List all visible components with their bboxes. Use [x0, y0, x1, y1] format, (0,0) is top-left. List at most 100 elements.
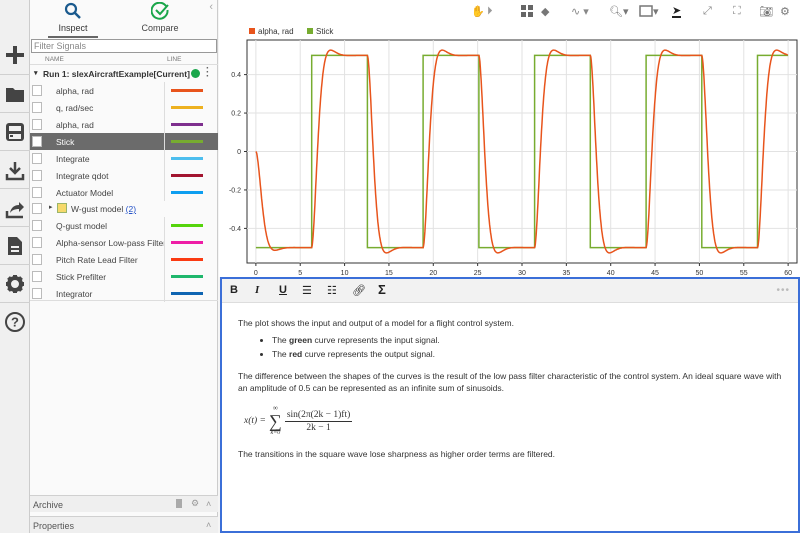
line-style-swatch[interactable] — [171, 89, 203, 92]
checkbox[interactable] — [32, 288, 42, 299]
collapse-panel-icon[interactable]: ‹ — [209, 1, 213, 13]
line-style-swatch[interactable] — [171, 292, 203, 295]
numbered-list-icon[interactable]: ☷ — [327, 284, 337, 297]
archive-label: Archive — [33, 500, 64, 510]
editor-toolbar: B I U ☰ ☷ 🔗︎ Σ ••• — [222, 279, 798, 303]
group-count-link[interactable]: (2) — [126, 204, 136, 214]
new-icon[interactable] — [4, 44, 26, 66]
legend-swatch — [307, 28, 313, 34]
checkbox[interactable] — [32, 220, 42, 231]
column-line[interactable]: LINE — [167, 56, 181, 63]
signal-row[interactable]: alpha, rad — [30, 82, 218, 99]
y-tick-label: 0 — [237, 149, 241, 156]
line-style-swatch[interactable] — [171, 123, 203, 126]
line-chart[interactable]: 0 5 10 15 20 25 30 35 40 45 50 55 60 -0.4 -0.2 0 0.2 0.4 a… — [219, 0, 800, 277]
signal-row[interactable]: Q-gust model — [30, 217, 218, 234]
archive-section[interactable]: Archive ⚙ ˄ — [30, 495, 218, 512]
list-item: The green curve represents the input sig… — [272, 334, 782, 346]
signal-row[interactable]: Integrator — [30, 285, 218, 302]
settings-icon[interactable] — [4, 273, 26, 295]
tab-inspect-label: Inspect — [58, 23, 88, 33]
checkbox[interactable] — [32, 85, 42, 96]
signal-row[interactable]: Actuator Model — [30, 184, 218, 201]
checkbox[interactable] — [32, 119, 42, 130]
list-item: The red curve represents the output sign… — [272, 348, 782, 360]
group-name: W-gust model — [71, 204, 124, 214]
x-tick-label: 45 — [651, 270, 659, 277]
checkbox[interactable] — [32, 102, 42, 113]
italic-button[interactable]: I — [255, 284, 259, 296]
signal-row[interactable]: Integrate — [30, 150, 218, 167]
signal-row[interactable]: alpha, rad — [30, 116, 218, 133]
checkbox[interactable] — [32, 271, 42, 282]
tab-inspect[interactable]: Inspect — [38, 2, 108, 38]
equation: x(t) = ∞ ∑ k=0 sin(2π(2k − 1)ft) 2k − 1 — [244, 404, 353, 436]
gear-icon[interactable]: ⚙ — [191, 498, 199, 509]
filter-signals-input[interactable]: Filter Signals — [31, 39, 217, 53]
checkbox[interactable] — [32, 237, 42, 248]
signal-row[interactable]: q, rad/sec — [30, 99, 218, 116]
checkbox[interactable] — [32, 254, 42, 265]
tab-compare-label: Compare — [141, 23, 179, 33]
export-icon[interactable] — [4, 198, 26, 220]
legend-label: alpha, rad — [258, 27, 294, 36]
line-style-swatch[interactable] — [171, 258, 203, 261]
save-icon[interactable] — [4, 121, 26, 143]
expand-run-icon[interactable]: ▾ — [34, 69, 38, 77]
text-editor[interactable]: B I U ☰ ☷ 🔗︎ Σ ••• The plot shows the in… — [220, 277, 800, 533]
search-icon — [64, 2, 81, 19]
group-row[interactable]: ▸ W-gust model (2) — [30, 200, 218, 217]
line-style-swatch[interactable] — [171, 157, 203, 160]
expand-group-icon[interactable]: ▸ — [49, 203, 53, 211]
signal-row[interactable]: Integrate qdot — [30, 167, 218, 184]
signal-row[interactable]: Pitch Rate Lead Filter — [30, 251, 218, 268]
line-style-swatch[interactable] — [171, 275, 203, 278]
checkbox[interactable] — [32, 153, 42, 164]
tab-compare[interactable]: Compare — [125, 2, 195, 33]
run-row[interactable]: ▾ Run 1: slexAircraftExample[Current] · ·… — [30, 64, 218, 82]
checkbox[interactable] — [32, 170, 42, 181]
signal-name: alpha, rad — [56, 86, 94, 96]
checkbox[interactable] — [32, 136, 42, 147]
checkbox[interactable] — [32, 203, 42, 214]
signal-row[interactable]: Stick Prefilter — [30, 268, 218, 285]
y-tick-label: -0.4 — [229, 226, 241, 233]
line-style-swatch[interactable] — [171, 174, 203, 177]
checkbox[interactable] — [32, 187, 42, 198]
more-icon[interactable]: ••• — [776, 285, 790, 296]
column-header: NAME LINE — [30, 54, 218, 65]
line-style-swatch[interactable] — [171, 191, 203, 194]
help-icon[interactable]: ? — [4, 311, 26, 333]
y-tick-label: 0.4 — [231, 72, 241, 79]
signal-row[interactable]: Alpha-sensor Low-pass Filter — [30, 234, 218, 251]
column-name[interactable]: NAME — [45, 56, 64, 63]
x-tick-label: 60 — [784, 270, 792, 277]
trash-icon[interactable] — [176, 499, 182, 508]
x-tick-label: 10 — [341, 270, 349, 277]
line-style-swatch[interactable] — [171, 224, 203, 227]
link-icon[interactable]: 🔗︎ — [352, 284, 366, 297]
report-icon[interactable] — [4, 235, 26, 257]
line-style-swatch[interactable] — [171, 106, 203, 109]
run-menu-icon[interactable]: · · · — [206, 64, 209, 82]
signal-row[interactable]: Stick — [30, 133, 218, 150]
x-tick-label: 50 — [696, 270, 704, 277]
open-folder-icon[interactable] — [4, 83, 26, 105]
line-style-swatch[interactable] — [171, 241, 203, 244]
underline-button[interactable]: U — [279, 284, 287, 296]
editor-content[interactable]: The plot shows the input and output of a… — [222, 303, 798, 474]
x-tick-label: 15 — [385, 270, 393, 277]
bullet-list-icon[interactable]: ☰ — [302, 284, 312, 297]
sigma-icon[interactable]: Σ — [378, 282, 386, 297]
chevron-up-icon[interactable]: ˄ — [206, 499, 211, 509]
line-style-swatch[interactable] — [171, 140, 203, 143]
import-icon[interactable] — [4, 160, 26, 182]
signal-panel: Inspect Compare ‹ Filter Signals NAME LI… — [30, 0, 218, 533]
properties-section[interactable]: Properties ˄ — [30, 516, 218, 533]
chevron-up-icon[interactable]: ˄ — [206, 520, 211, 530]
signal-name: Integrate — [56, 154, 90, 164]
x-tick-label: 25 — [474, 270, 482, 277]
run-status-dot — [191, 69, 200, 78]
x-tick-label: 5 — [298, 270, 302, 277]
bold-button[interactable]: B — [230, 284, 238, 296]
